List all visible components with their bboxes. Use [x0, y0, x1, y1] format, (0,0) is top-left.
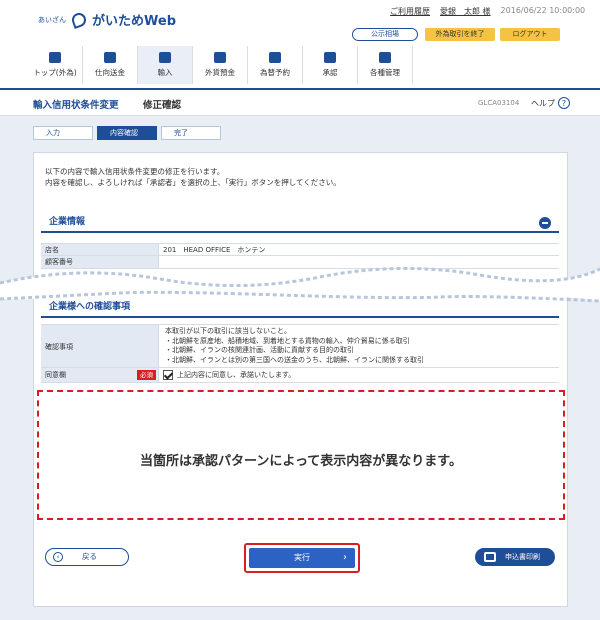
agree-text: 上記内容に同意し、承諾いたします。 [177, 371, 296, 379]
confirm-items-text: 本取引が以下の取引に該当しないこと。 ・北朝鮮を原産地、船積地域、到着地とする貨… [159, 325, 430, 367]
nav-item-forward[interactable]: 為替予約 [248, 46, 303, 84]
branch-label: 店名 [41, 244, 159, 255]
intro-text: 以下の内容で輸入信用状条件変更の修正を行います。 内容を確認し、よろしければ「承… [45, 166, 505, 188]
back-button[interactable]: ‹ 戻る [45, 548, 129, 566]
nav-item-import[interactable]: 輸入 [138, 46, 193, 84]
nav-item-top[interactable]: トップ(外為) [28, 46, 83, 84]
step-indicator: 入力 内容確認 完了 [33, 126, 225, 140]
user-name-link[interactable]: 愛銀 太郎 様 [440, 6, 491, 17]
company-section-heading: 企業情報 [41, 213, 559, 233]
chevron-left-icon: ‹ [53, 552, 63, 562]
logo[interactable]: あいざん がいためWeb [38, 10, 176, 29]
nav-label: 外貨預金 [205, 68, 235, 77]
help-link[interactable]: ヘルプ ? [531, 97, 570, 109]
logo-text: がいためWeb [92, 14, 176, 29]
agree-label-text: 同意欄 [45, 371, 66, 379]
required-badge: 必須 [137, 370, 156, 380]
nav-item-approval[interactable]: 承認 [303, 46, 358, 84]
agree-label: 同意欄 必須 [41, 368, 159, 382]
history-link[interactable]: ご利用履歴 [390, 6, 430, 17]
approval-pattern-note: 当箇所は承認パターンによって表示内容が異なります。 [139, 454, 462, 469]
confirm-heading-text: 企業様への確認事項 [49, 302, 131, 312]
approval-icon [324, 52, 336, 63]
confirm-line: ・北朝鮮、イランとは別の第三国への送金のうち、北朝鮮、イランに関係する取引 [165, 355, 424, 364]
step-input: 入力 [33, 126, 93, 140]
logo-small-text: あいざん [38, 15, 66, 24]
print-application-button[interactable]: 申込書印刷 [475, 548, 555, 566]
nav-label: 各種管理 [370, 68, 400, 77]
exec-button[interactable]: 実行 › [249, 548, 355, 568]
top-links: ご利用履歴 愛銀 太郎 様 2016/06/22 10:00:00 [390, 6, 585, 17]
datetime: 2016/06/22 10:00:00 [500, 6, 586, 15]
nav-item-remittance[interactable]: 仕向送金 [83, 46, 138, 84]
collapse-icon[interactable] [539, 217, 551, 229]
print-label: 申込書印刷 [505, 553, 540, 561]
agree-row: 同意欄 必須 上記内容に同意し、承諾いたします。 [41, 368, 559, 383]
nav-label: 仕向送金 [95, 68, 125, 77]
nav-item-deposit[interactable]: 外貨預金 [193, 46, 248, 84]
exec-label: 実行 [294, 553, 310, 562]
fx-end-button[interactable]: 外為取引を終了 [425, 28, 495, 41]
page-title: 輸入信用状条件変更 [33, 100, 119, 111]
ship-icon [159, 52, 171, 63]
agree-field: 上記内容に同意し、承諾いたします。 [159, 368, 295, 382]
logo-mark-icon [70, 10, 88, 29]
intro-line-1: 以下の内容で輸入信用状条件変更の修正を行います。 [45, 167, 225, 176]
intro-line-2: 内容を確認し、よろしければ「承認者」を選択の上、「実行」ボタンを押してください。 [45, 178, 341, 187]
exec-button-highlight: 実行 › [244, 543, 360, 573]
remittance-icon [104, 52, 116, 63]
agree-checkbox[interactable] [163, 370, 173, 380]
nav-item-management[interactable]: 各種管理 [358, 46, 413, 84]
question-icon: ? [558, 97, 570, 109]
branch-value: 201 HEAD OFFICE ホンテン [163, 246, 266, 254]
forward-contract-icon [269, 52, 281, 63]
confirm-line: ・北朝鮮を原産地、船積地域、到着地とする貨物の輸入、仲介貿易に係る取引 [165, 336, 410, 345]
screen-id: GLCA03104 [478, 99, 520, 107]
confirm-line: 本取引が以下の取引に該当しないこと。 [165, 327, 291, 335]
chevron-right-icon: › [343, 552, 347, 563]
home-icon [49, 52, 61, 63]
confirm-items-label: 確認事項 [41, 325, 159, 367]
step-complete: 完了 [161, 126, 221, 140]
main-nav: トップ(外為) 仕向送金 輸入 外貨預金 為替予約 承認 各種管理 [28, 46, 413, 84]
confirm-section-heading: 企業様への確認事項 [41, 298, 559, 318]
approval-pattern-note-box: 当箇所は承認パターンによって表示内容が異なります。 [37, 390, 565, 520]
nav-label: 承認 [322, 68, 338, 77]
nav-label: 輸入 [157, 68, 173, 77]
title-bar: 輸入信用状条件変更 修正確認 GLCA03104 ヘルプ ? [0, 90, 600, 116]
help-label: ヘルプ [531, 98, 555, 108]
step-confirm: 内容確認 [97, 126, 157, 140]
confirm-line: ・北朝鮮、イランの核関連計画、活動に貢献する目的の取引 [165, 346, 354, 354]
printer-icon [484, 552, 496, 562]
header: あいざん がいためWeb ご利用履歴 愛銀 太郎 様 2016/06/22 10… [0, 0, 600, 90]
back-label: 戻る [82, 552, 97, 561]
company-heading-text: 企業情報 [49, 217, 86, 227]
public-rate-button[interactable]: 公示相場 [352, 28, 418, 41]
logout-button[interactable]: ログアウト [500, 28, 560, 41]
confirm-items-row: 確認事項 本取引が以下の取引に該当しないこと。 ・北朝鮮を原産地、船積地域、到着… [41, 324, 559, 368]
management-icon [379, 52, 391, 63]
nav-label: 為替予約 [260, 68, 290, 77]
page-subtitle: 修正確認 [143, 100, 182, 111]
deposit-icon [214, 52, 226, 63]
nav-label: トップ(外為) [33, 68, 77, 77]
